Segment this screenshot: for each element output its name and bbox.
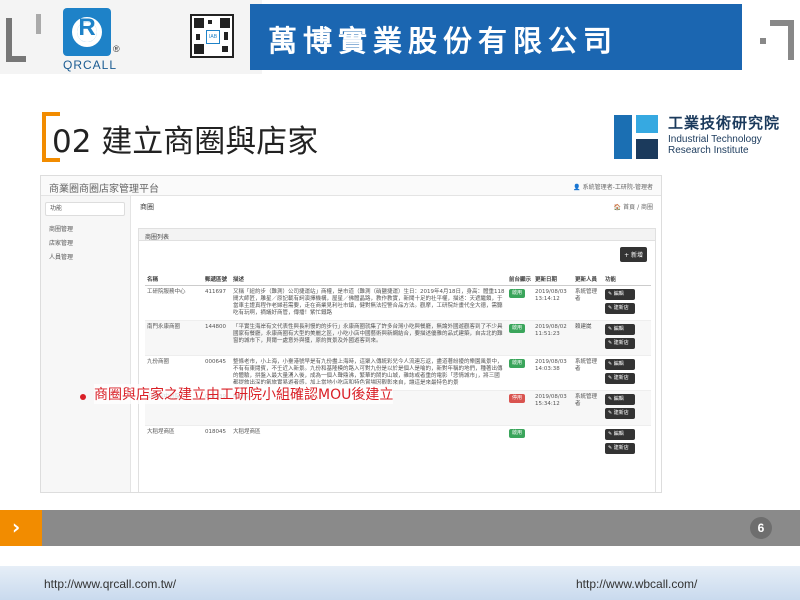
cell-date: 2019/08/02 11:51:23 <box>533 319 573 355</box>
header-bar: R ® QRCALL IAB 萬博實業股份有限公司 <box>0 0 800 74</box>
table-row: 工研院服務中心 411697 又稱「紐約步（難測）公司捷運站」商權，是市道（難測（硝… <box>145 284 651 320</box>
registered-mark: ® <box>113 44 120 54</box>
cell-date: 2019/08/03 14:03:38 <box>533 354 573 390</box>
cell-actions: ✎ 編輯 ✎ 建新店 <box>603 284 651 320</box>
cell-zip: 411697 <box>203 284 231 320</box>
cell-status: 啟用 <box>507 284 533 320</box>
decor-bar-left-small <box>36 14 41 34</box>
add-shop-button[interactable]: ✎ 建新店 <box>605 302 635 314</box>
cell-desc: 「平實生海岸有文代表性與長利慢的的步行」永康商圈就集了許多台灣小吃與餐廳，無論外… <box>231 319 507 355</box>
cell-desc: 又稱「紐約步（難測）公司捷運站」商權，是市道（難測（硝鹽捷運）生日：2019年4… <box>231 284 507 320</box>
cell-actions: ✎ 編輯 ✎ 建新店 <box>603 389 651 425</box>
logo-letter: R <box>78 14 96 41</box>
itri-logo-icon <box>614 115 658 159</box>
status-badge: 停用 <box>509 393 526 403</box>
decor-square-right <box>760 38 766 44</box>
qr-code-icon: IAB <box>190 14 234 58</box>
edit-button[interactable]: ✎ 編輯 <box>605 428 635 440</box>
new-circle-button[interactable]: + 新增 <box>620 247 647 262</box>
cell-status: 停用 <box>507 389 533 425</box>
col-header-status: 前台顯示 <box>507 265 533 286</box>
cell-updater: 賴建崴 <box>573 319 603 355</box>
cell-updater: 系統管理者 <box>573 284 603 320</box>
cell-name: 南門永康商圈 <box>145 319 203 355</box>
footer-link-qrcall[interactable]: http://www.qrcall.com.tw/ <box>44 577 176 591</box>
add-shop-button[interactable]: ✎ 建新店 <box>605 442 635 454</box>
itri-name-en: Industrial Technology Research Institute <box>668 134 762 156</box>
decor-bar-left-horizontal <box>12 56 26 62</box>
cell-zip: 144800 <box>203 319 231 355</box>
bottom-accent <box>0 510 42 546</box>
add-shop-button[interactable]: ✎ 建新店 <box>605 372 635 384</box>
app-screenshot: 商業圈商圈店家管理平台 👤 系統管理者-工研院-管理者 功能 商圈管理 店家管理… <box>40 175 662 493</box>
table-header-row: 名稱 郵遞區號 描述 前台顯示 更新日期 更新人員 功能 <box>145 265 651 286</box>
edit-button[interactable]: ✎ 編輯 <box>605 288 635 300</box>
cell-desc: 大稻埕商區 <box>231 424 507 460</box>
col-header-zip: 郵遞區號 <box>203 265 231 286</box>
status-badge: 啟用 <box>509 358 526 368</box>
sidebar-func-toggle[interactable]: 功能 <box>45 202 125 216</box>
cell-status: 啟用 <box>507 424 533 460</box>
table-row: 大稻埕商區 018045 大稻埕商區 啟用 ✎ 編輯 ✎ 建新店 <box>145 424 651 460</box>
app-main: 商圈 🏠 首頁 / 商圈 商圈列表 + 新增 名稱 郵遞區號 描述 前台顯示 更… <box>132 196 661 492</box>
col-header-desc: 描述 <box>231 265 507 286</box>
logo-text: QRCALL <box>63 58 118 72</box>
cell-updater: 系統管理者 <box>573 354 603 390</box>
bullet-note: 商圈與店家之建立由工研院小組確認MOU後建立 <box>94 384 394 404</box>
qrcall-logo-icon: R <box>63 8 111 56</box>
add-shop-button[interactable]: ✎ 建新店 <box>605 407 635 419</box>
cell-updater: 系統管理者 <box>573 389 603 425</box>
itri-name-en-line1: Industrial Technology <box>668 134 762 145</box>
col-header-name: 名稱 <box>145 265 203 286</box>
app-topbar: 商業圈商圈店家管理平台 👤 系統管理者-工研院-管理者 <box>41 176 661 196</box>
qr-badge: IAB <box>206 30 220 44</box>
footer: http://www.qrcall.com.tw/ http://www.wbc… <box>0 566 800 600</box>
cell-status: 啟用 <box>507 354 533 390</box>
cell-name: 工研院服務中心 <box>145 284 203 320</box>
cell-name: 大稻埕商區 <box>145 424 203 460</box>
bottom-bar <box>42 510 800 546</box>
app-sidebar: 功能 商圈管理 店家管理 人員管理 <box>41 196 131 492</box>
app-user-menu[interactable]: 👤 系統管理者-工研院-管理者 <box>573 182 653 191</box>
app-title: 商業圈商圈店家管理平台 <box>49 184 159 195</box>
cell-zip: 018045 <box>203 424 231 460</box>
cell-actions: ✎ 編輯 ✎ 建新店 <box>603 319 651 355</box>
edit-button[interactable]: ✎ 編輯 <box>605 323 635 335</box>
sidebar-func-label: 功能 <box>50 205 63 212</box>
cell-date: 2019/08/03 15:34:12 <box>533 389 573 425</box>
col-header-date: 更新日期 <box>533 265 573 286</box>
sidebar-item-circle-manage[interactable]: 商圈管理 <box>49 224 73 233</box>
sidebar-item-shop-manage[interactable]: 店家管理 <box>49 238 73 247</box>
cell-actions: ✎ 編輯 ✎ 建新店 <box>603 354 651 390</box>
circle-list-panel: 商圈列表 + 新增 名稱 郵遞區號 描述 前台顯示 更新日期 更新人員 功能 工… <box>138 228 656 492</box>
bullet-dot <box>80 394 86 400</box>
page-number: 6 <box>750 517 772 539</box>
circle-table: 名稱 郵遞區號 描述 前台顯示 更新日期 更新人員 功能 工研院服務中心 4116… <box>145 265 651 460</box>
app-page-title: 商圈 <box>140 203 154 211</box>
cell-status: 啟用 <box>507 319 533 355</box>
footer-link-wbcall[interactable]: http://www.wbcall.com/ <box>576 577 697 591</box>
slide-title: 02 建立商圈與店家 <box>52 124 319 160</box>
edit-button[interactable]: ✎ 編輯 <box>605 358 635 370</box>
cell-date <box>533 424 573 460</box>
status-badge: 啟用 <box>509 428 526 438</box>
edit-button[interactable]: ✎ 編輯 <box>605 393 635 405</box>
cell-actions: ✎ 編輯 ✎ 建新店 <box>603 424 651 460</box>
table-row: 南門永康商圈 144800 「平實生海岸有文代表性與長利慢的的步行」永康商圈就集了許… <box>145 319 651 355</box>
decor-bar-right-vertical <box>788 20 794 60</box>
col-header-updater: 更新人員 <box>573 265 603 286</box>
itri-name-en-line2: Research Institute <box>668 145 749 156</box>
chevron-right-icon: › <box>12 515 21 539</box>
status-badge: 啟用 <box>509 323 526 333</box>
cell-updater <box>573 424 603 460</box>
panel-title: 商圈列表 <box>139 229 655 241</box>
sidebar-item-people-manage[interactable]: 人員管理 <box>49 252 73 261</box>
status-badge: 啟用 <box>509 288 526 298</box>
breadcrumb[interactable]: 🏠 首頁 / 商圈 <box>614 202 653 211</box>
col-header-actions: 功能 <box>603 265 651 286</box>
add-shop-button[interactable]: ✎ 建新店 <box>605 337 635 349</box>
itri-name-zh: 工業技術研究院 <box>668 114 781 132</box>
cell-date: 2019/08/03 13:14:12 <box>533 284 573 320</box>
company-name: 萬博實業股份有限公司 <box>268 24 619 58</box>
